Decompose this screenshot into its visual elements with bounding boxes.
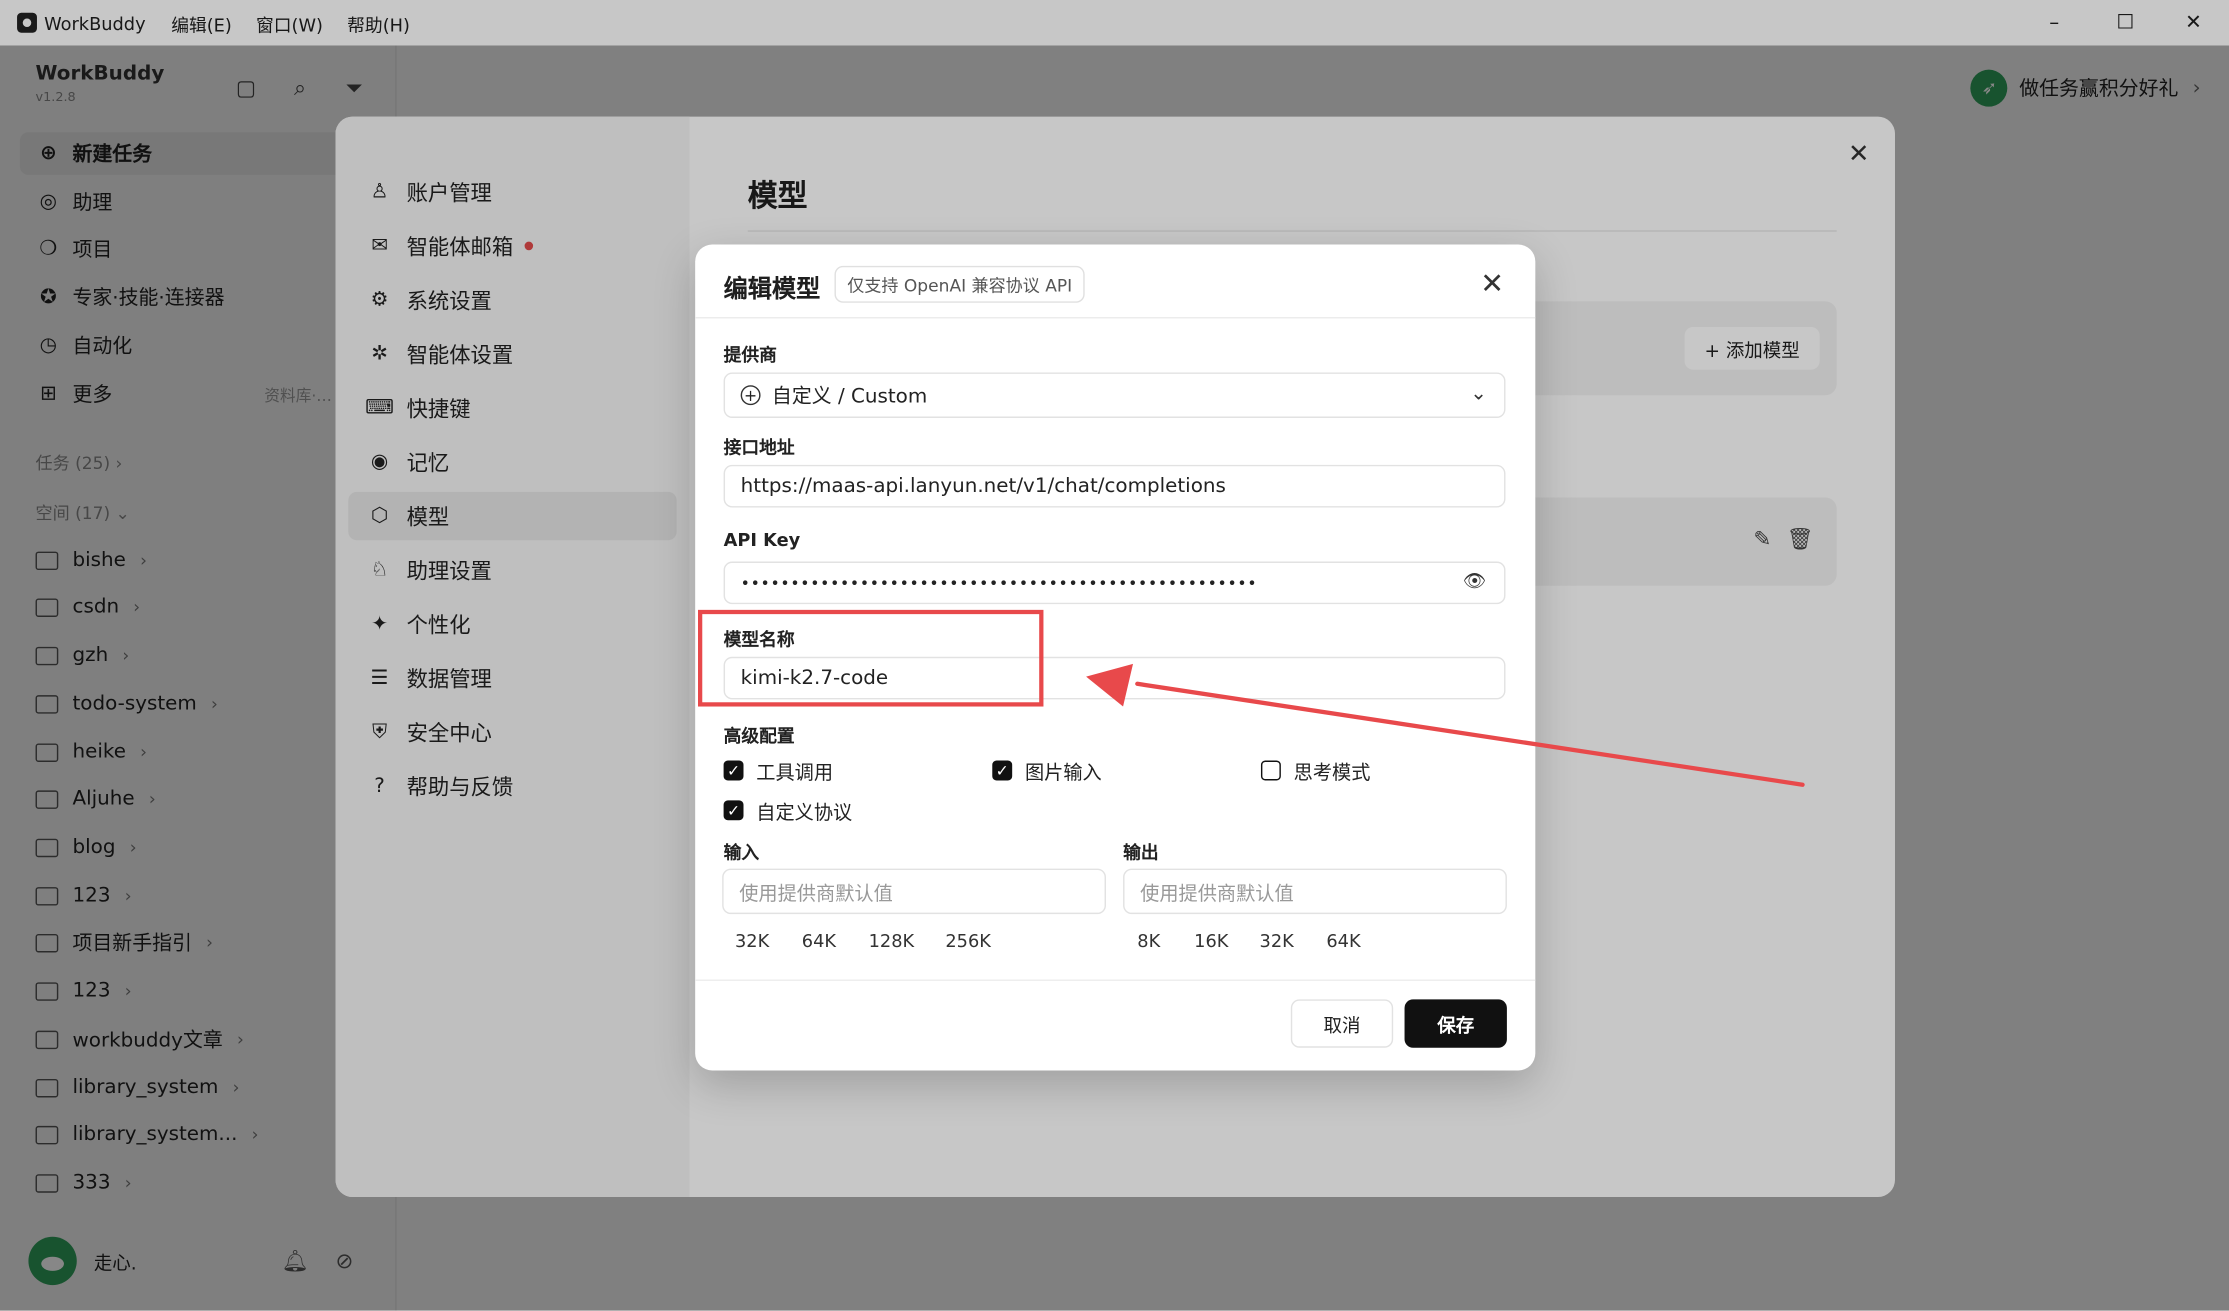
annotation-arrow-icon [1086, 663, 1805, 787]
